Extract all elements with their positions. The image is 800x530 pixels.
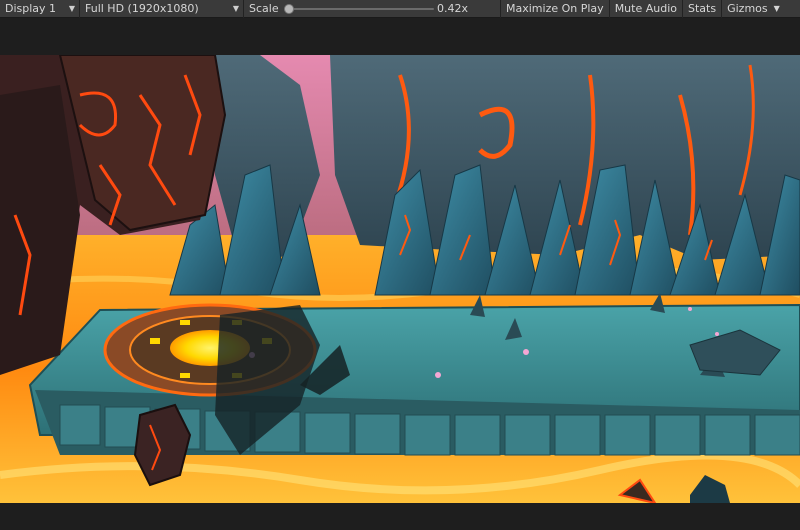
scale-slider-track [288,7,434,10]
mute-audio-button[interactable]: Mute Audio [608,0,682,18]
chevron-down-icon: ▼ [68,4,75,13]
gizmos-label: Gizmos [727,2,768,15]
chevron-down-icon: ▼ [232,4,239,13]
display-dropdown-label: Display 1 [5,2,57,15]
maximize-on-play-label: Maximize On Play [506,2,604,15]
game-view-toolbar: Display 1 ▼ Full HD (1920x1080) ▼ Scale … [0,0,800,18]
lava-level-scene [0,55,800,503]
scale-label: Scale [249,2,279,15]
stats-label: Stats [688,2,717,15]
maximize-on-play-button[interactable]: Maximize On Play [500,0,609,18]
resolution-dropdown[interactable]: Full HD (1920x1080) ▼ [80,0,244,18]
stats-button[interactable]: Stats [682,0,721,18]
game-view-render[interactable] [0,55,800,503]
mute-audio-label: Mute Audio [614,2,677,15]
chevron-down-icon: ▼ [773,4,780,13]
gizmos-dropdown[interactable]: Gizmos ▼ [721,0,783,18]
resolution-dropdown-label: Full HD (1920x1080) [85,2,199,15]
display-dropdown[interactable]: Display 1 ▼ [0,0,80,18]
scale-value: 0.42x [437,2,469,15]
scale-slider-thumb[interactable] [284,3,294,14]
scale-slider[interactable] [284,0,434,18]
